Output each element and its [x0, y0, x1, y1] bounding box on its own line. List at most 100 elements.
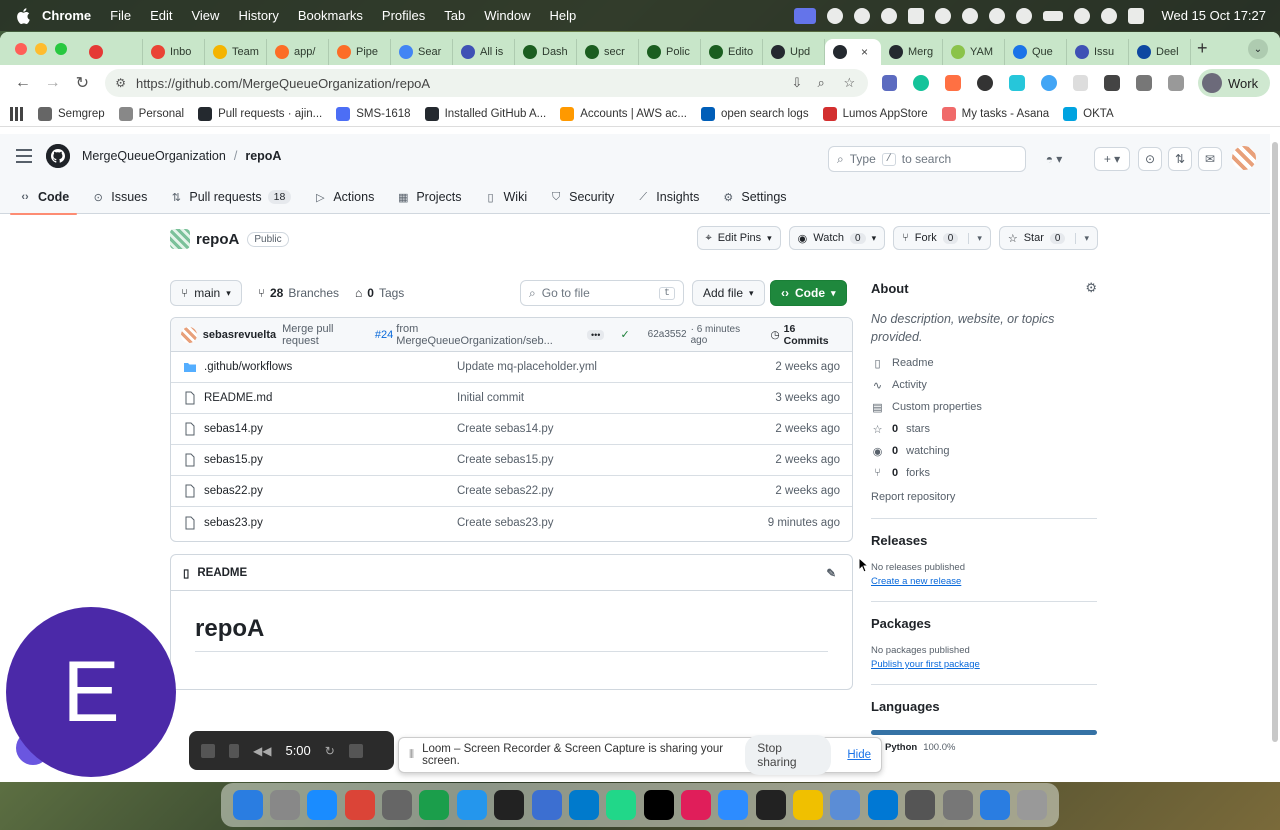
browser-tab[interactable]: Upd: [763, 39, 825, 65]
user-avatar[interactable]: [1232, 146, 1256, 170]
tab-search-button[interactable]: ⌄: [1248, 39, 1268, 59]
browser-tab[interactable]: Que: [1005, 39, 1067, 65]
apps-grid-icon[interactable]: [10, 106, 24, 121]
issues-icon[interactable]: ⊙: [1138, 147, 1162, 171]
dock-app-icon[interactable]: [419, 790, 450, 820]
address-bar[interactable]: ⚙ https://github.com/MergeQueueOrganizat…: [105, 69, 868, 97]
hide-sharing-bar-link[interactable]: Hide: [847, 749, 871, 761]
file-commit-message[interactable]: Update mq-placeholder.yml: [457, 361, 597, 373]
pencil-icon[interactable]: ✎: [826, 566, 836, 580]
branches-link[interactable]: ⑂ 28 Branches: [258, 286, 339, 300]
minimize-window-button[interactable]: [35, 42, 47, 55]
breadcrumb-repo[interactable]: repoA: [245, 149, 281, 163]
breadcrumb-org[interactable]: MergeQueueOrganization: [82, 149, 226, 163]
menu-view[interactable]: View: [191, 8, 219, 23]
dock-app-icon[interactable]: [456, 790, 487, 820]
pause-icon[interactable]: [229, 743, 239, 758]
about-watching[interactable]: ◉ 0 watching: [871, 444, 1097, 458]
browser-tab[interactable]: YAM: [943, 39, 1005, 65]
browser-tab[interactable]: Sear: [391, 39, 453, 65]
menubar-clock[interactable]: Wed 15 Oct 17:27: [1161, 8, 1266, 23]
about-custom-properties[interactable]: ▤ Custom properties: [871, 400, 1097, 414]
extension-1-icon[interactable]: [881, 75, 898, 91]
dock-app-icon[interactable]: [867, 790, 898, 820]
browser-tab[interactable]: Polic: [639, 39, 701, 65]
address-bar-url[interactable]: https://github.com/MergeQueueOrganizatio…: [136, 76, 430, 91]
bookmark-item[interactable]: Installed GitHub A...: [424, 106, 546, 121]
control-center-icon[interactable]: [1128, 7, 1145, 24]
tab-settings[interactable]: ⚙ Settings: [719, 180, 788, 214]
menu-window[interactable]: Window: [484, 8, 530, 23]
stop-sharing-button[interactable]: Stop sharing: [745, 735, 832, 775]
inbox-icon[interactable]: ✉: [1198, 147, 1222, 171]
wifi-icon[interactable]: [1074, 7, 1091, 24]
go-to-file-input[interactable]: ⌕ Go to file t: [520, 280, 684, 306]
readme-tab[interactable]: README: [197, 567, 247, 579]
dock-app-icon[interactable]: [307, 790, 338, 820]
extension-8-icon[interactable]: [1104, 75, 1121, 91]
create-new-icon[interactable]: + ▾: [1094, 147, 1130, 171]
site-info-icon[interactable]: ⚙: [115, 76, 126, 90]
install-app-icon[interactable]: ⇩: [792, 75, 808, 91]
commit-message-a[interactable]: Merge pull request: [282, 323, 372, 347]
bookmark-item[interactable]: open search logs: [700, 106, 809, 121]
spotlight-search-icon[interactable]: [1101, 7, 1118, 24]
tab-insights[interactable]: ⟋ Insights: [634, 180, 701, 214]
file-commit-message[interactable]: Create sebas23.py: [457, 517, 554, 529]
menu-help[interactable]: Help: [550, 8, 577, 23]
rewind-icon[interactable]: ◀◀: [253, 744, 271, 758]
browser-tab[interactable]: Edito: [701, 39, 763, 65]
github-logo-icon[interactable]: [46, 144, 70, 168]
github-search-input[interactable]: ⌕ Type / to search: [828, 146, 1026, 172]
dock-app-icon[interactable]: [531, 790, 562, 820]
add-file-button[interactable]: Add file ▾: [692, 280, 765, 306]
language-entry[interactable]: Python 100.0%: [871, 742, 1097, 753]
tab-projects[interactable]: ▦ Projects: [394, 180, 463, 214]
dock-app-icon[interactable]: [643, 790, 674, 820]
browser-tab[interactable]: Deel: [1129, 39, 1191, 65]
commit-author-avatar[interactable]: [181, 326, 197, 343]
back-button[interactable]: ←: [10, 70, 36, 96]
branch-select[interactable]: ⑂ main ▾: [170, 280, 242, 306]
browser-tab[interactable]: secr: [577, 39, 639, 65]
file-row[interactable]: .github/workflows Update mq-placeholder.y…: [171, 352, 852, 383]
browser-tab[interactable]: app/: [267, 39, 329, 65]
file-name[interactable]: sebas14.py: [204, 423, 457, 435]
browser-tab[interactable]: Inbo: [143, 39, 205, 65]
file-commit-message[interactable]: Create sebas15.py: [457, 454, 554, 466]
bookmark-item[interactable]: OKTA: [1063, 106, 1114, 121]
file-commit-message[interactable]: Initial commit: [457, 392, 524, 404]
copilot-icon[interactable]: ◓ ▾: [1034, 147, 1074, 171]
report-repository-link[interactable]: Report repository: [871, 490, 1097, 504]
page-scrollbar[interactable]: [1272, 142, 1278, 742]
browser-tab[interactable]: Dash: [515, 39, 577, 65]
check-circle-icon[interactable]: [989, 7, 1006, 24]
dock-app-icon[interactable]: [680, 790, 711, 820]
browser-tab[interactable]: [81, 39, 143, 65]
commit-author[interactable]: sebasrevuelta: [203, 329, 276, 341]
swoosh-icon[interactable]: [881, 7, 898, 24]
new-tab-button[interactable]: +: [1197, 38, 1208, 59]
bookmark-item[interactable]: Accounts | AWS ac...: [560, 106, 687, 121]
file-row[interactable]: sebas22.py Create sebas22.py 2 weeks ago: [171, 476, 852, 507]
file-name[interactable]: sebas15.py: [204, 454, 457, 466]
dock-app-icon[interactable]: [1017, 790, 1048, 820]
file-commit-message[interactable]: Create sebas22.py: [457, 485, 554, 497]
code-button[interactable]: ‹› Code ▾: [770, 280, 847, 306]
commits-link[interactable]: ◷ 16 Commits: [770, 323, 842, 347]
gear-icon[interactable]: ⚙: [1085, 280, 1097, 296]
trash-icon[interactable]: [348, 743, 363, 758]
puzzle-icon[interactable]: [962, 7, 979, 24]
dock-app-icon[interactable]: [270, 790, 301, 820]
dock-app-icon[interactable]: [942, 790, 973, 820]
fork-button[interactable]: ⑂ Fork 0 ▾: [893, 226, 991, 250]
bookmark-item[interactable]: Semgrep: [38, 106, 105, 121]
extension-7-icon[interactable]: [1072, 75, 1089, 91]
menu-edit[interactable]: Edit: [150, 8, 172, 23]
bookmark-star-icon[interactable]: ☆: [844, 75, 860, 91]
create-release-link[interactable]: Create a new release: [871, 576, 1097, 587]
watch-button[interactable]: ◉ Watch 0 ▾: [788, 226, 886, 250]
battery-icon[interactable]: [1043, 10, 1064, 21]
forward-button[interactable]: →: [40, 70, 66, 96]
dock-app-icon[interactable]: [494, 790, 525, 820]
